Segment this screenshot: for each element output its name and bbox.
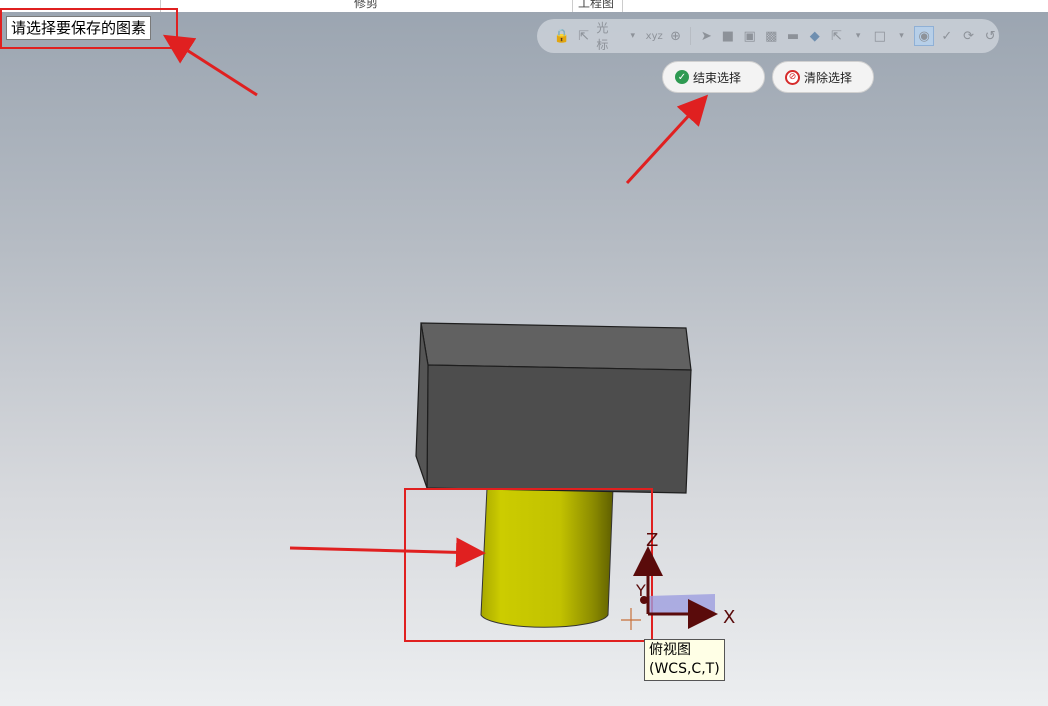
xyz-snap-icon[interactable]: xyz <box>646 31 663 42</box>
block-side-face <box>415 322 429 489</box>
ribbon-tab-drawing[interactable]: 工程图 <box>578 0 614 11</box>
view-name: 俯视图 <box>649 642 691 658</box>
dropdown-arrow-icon[interactable]: ▾ <box>893 27 911 45</box>
annotation-arrow-finish <box>625 94 709 185</box>
color-solid-icon[interactable]: ◆ <box>806 27 824 45</box>
verify-select-icon[interactable]: ◉ <box>914 26 934 46</box>
cylinder-solid[interactable] <box>480 487 614 628</box>
ribbon-separator <box>160 0 161 12</box>
dropdown-arrow-icon[interactable]: ▾ <box>624 27 642 45</box>
box-select-icon[interactable]: □ <box>871 27 889 45</box>
arrow-select-icon[interactable]: ➤ <box>697 27 715 45</box>
window-select-icon[interactable]: ⇱ <box>828 27 846 45</box>
select-last-icon[interactable]: ✓ <box>938 27 956 45</box>
selection-toolbar: 🔒 ⇱ 光标 ▾ xyz ⊕ ➤ ■ ▣ ▩ ▬ ◆ ⇱ ▾ □ ▾ ◉ ✓ ⟳… <box>537 19 999 53</box>
face-select-icon[interactable]: ▣ <box>741 27 759 45</box>
clear-selection-label: 清除选择 <box>804 70 853 85</box>
origin-dot <box>640 596 648 604</box>
block-top-face <box>420 322 692 371</box>
annotation-arrow-prompt <box>162 34 258 97</box>
coordinate-triad: Z X Y <box>621 530 735 630</box>
finish-selection-label: 结束选择 <box>693 70 742 85</box>
block-front-face <box>426 364 692 494</box>
finish-selection-button[interactable]: ✓ 结束选择 <box>662 61 765 93</box>
body-select-icon[interactable]: ▩ <box>762 27 780 45</box>
point-add-icon[interactable]: ⊕ <box>667 27 685 45</box>
check-icon: ✓ <box>675 70 689 84</box>
ribbon-separator <box>622 0 623 12</box>
z-axis-label: Z <box>646 530 658 551</box>
lock-icon[interactable]: 🔒 <box>553 27 571 45</box>
solid-select-icon[interactable]: ■ <box>719 27 737 45</box>
undo-select-icon[interactable]: ↺ <box>981 27 999 45</box>
no-entry-icon: ⊘ <box>785 69 800 85</box>
annotation-rect-cylinder <box>404 488 653 642</box>
dropdown-arrow-icon[interactable]: ▾ <box>849 27 867 45</box>
cursor-select-icon[interactable]: ⇱ <box>575 27 593 45</box>
annotation-arrow-cylinder <box>289 537 486 568</box>
viewport-graphics: Z X Y <box>0 8 735 642</box>
clear-selection-button[interactable]: ⊘ 清除选择 <box>772 61 874 93</box>
toolbar-divider <box>690 27 692 45</box>
block-solid[interactable] <box>415 322 692 494</box>
cursor-mode-label[interactable]: 光标 <box>596 19 620 53</box>
x-axis-label: X <box>723 607 735 628</box>
select-all-icon[interactable]: ⟳ <box>960 27 978 45</box>
view-name-tooltip: 俯视图 (WCS,C,T) <box>644 639 725 681</box>
ribbon-remnant: 修剪 工程图 <box>0 0 1048 12</box>
cube-select-icon[interactable]: ▬ <box>784 27 802 45</box>
selection-prompt: 请选择要保存的图素 <box>6 16 152 40</box>
view-coordinate-system: (WCS,C,T) <box>649 661 720 677</box>
ribbon-tab-trim[interactable]: 修剪 <box>354 0 378 11</box>
y-axis-label: Y <box>635 581 646 600</box>
xy-plane-indicator <box>648 594 715 615</box>
ribbon-separator <box>572 0 573 12</box>
